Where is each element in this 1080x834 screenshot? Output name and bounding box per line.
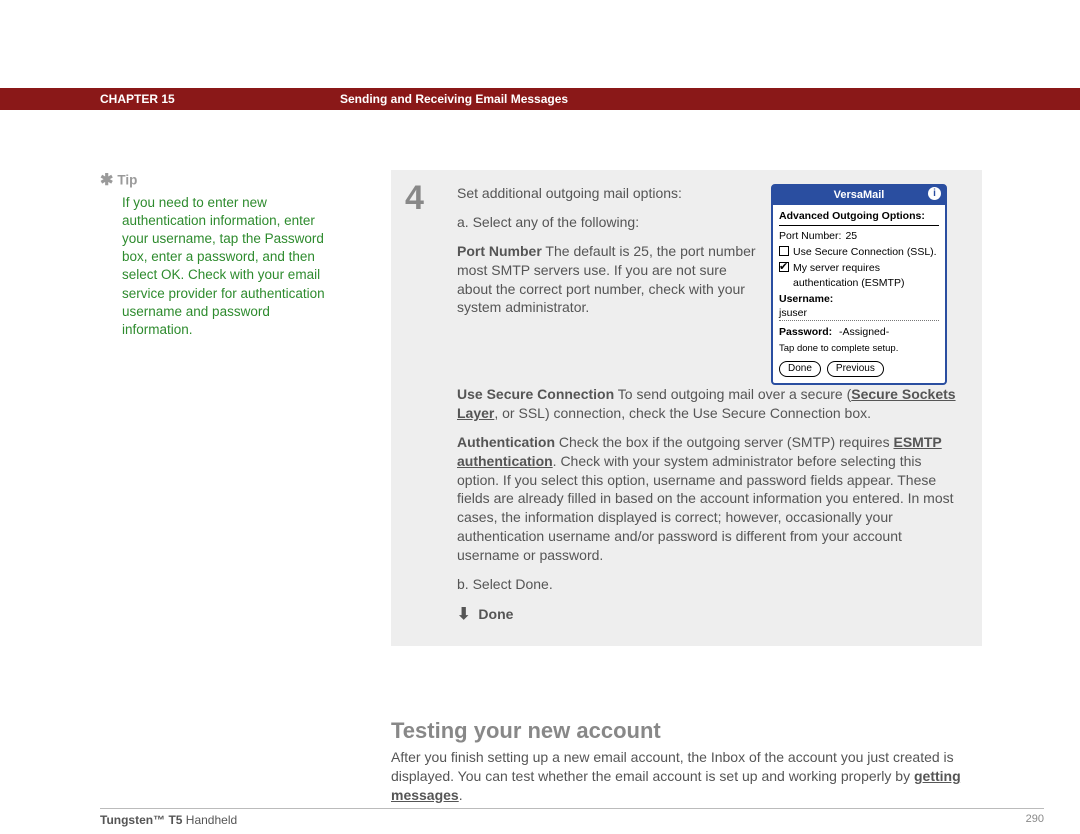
port-row: Port Number: 25 <box>779 229 939 243</box>
chapter-label: CHAPTER 15 <box>100 92 175 106</box>
auth-pre: Check the box if the outgoing server (SM… <box>555 434 893 450</box>
username-row: Username: jsuser <box>779 292 939 321</box>
password-field[interactable]: -Assigned- <box>835 325 893 339</box>
testing-heading: Testing your new account <box>391 718 661 744</box>
testing-paragraph: After you finish setting up a new email … <box>391 748 982 805</box>
step-box: 4 Set additional outgoing mail options: … <box>391 170 982 646</box>
done-button[interactable]: Done <box>779 361 821 377</box>
port-value: 25 <box>845 229 857 243</box>
ssl-row[interactable]: Use Secure Connection (SSL). <box>779 245 939 259</box>
auth-post: . Check with your system administrator b… <box>457 453 954 563</box>
tip-label: Tip <box>117 172 137 187</box>
username-field[interactable]: jsuser <box>779 306 939 321</box>
esmtp-label-2: authentication (ESMTP) <box>793 277 904 289</box>
device-titlebar: VersaMail i <box>773 186 945 205</box>
step-intro: Set additional outgoing mail options: <box>457 184 757 203</box>
page-footer: Tungsten™ T5 Handheld 290 <box>100 808 1044 827</box>
testing-post: . <box>459 787 463 803</box>
done-label: Done <box>478 605 513 624</box>
step-number: 4 <box>405 176 424 222</box>
footer-product: Tungsten™ T5 Handheld <box>100 813 237 827</box>
step-usc: Use Secure Connection To send outgoing m… <box>457 385 964 423</box>
usc-pre: To send outgoing mail over a secure ( <box>614 386 851 402</box>
usc-post: , or SSL) connection, check the Use Secu… <box>494 405 871 421</box>
usc-lead: Use Secure Connection <box>457 386 614 402</box>
checkbox-icon[interactable] <box>779 246 789 256</box>
esmtp-label-1: My server requires <box>793 262 880 274</box>
step-a: a. Select any of the following: <box>457 213 757 232</box>
port-label: Port Number: <box>779 229 841 243</box>
step-b: b. Select Done. <box>457 575 964 594</box>
auth-lead: Authentication <box>457 434 555 450</box>
asterisk-icon: ✱ <box>100 172 113 189</box>
password-row: Password: -Assigned- <box>779 325 939 339</box>
step-portnumber: Port Number The default is 25, the port … <box>457 242 757 318</box>
previous-button[interactable]: Previous <box>827 361 884 377</box>
ssl-label: Use Secure Connection (SSL). <box>793 245 937 259</box>
testing-pre: After you finish setting up a new email … <box>391 749 954 784</box>
password-label: Password: <box>779 326 832 338</box>
device-heading: Advanced Outgoing Options: <box>779 209 939 226</box>
port-number-lead: Port Number <box>457 243 542 259</box>
device-hint: Tap done to complete setup. <box>779 343 939 356</box>
username-label: Username: <box>779 293 833 305</box>
checkbox-checked-icon[interactable] <box>779 262 789 272</box>
tip-sidebar: ✱ Tip If you need to enter new authentica… <box>100 170 332 339</box>
tip-heading: ✱ Tip <box>100 170 332 192</box>
info-icon[interactable]: i <box>928 187 941 200</box>
page-number: 290 <box>1026 813 1044 827</box>
chapter-title: Sending and Receiving Email Messages <box>340 92 568 106</box>
footer-product-bold: Tungsten™ T5 <box>100 813 182 827</box>
esmtp-row[interactable]: My server requires authentication (ESMTP… <box>779 261 939 289</box>
device-screenshot: VersaMail i Advanced Outgoing Options: P… <box>771 184 947 385</box>
footer-product-rest: Handheld <box>182 813 237 827</box>
done-row: ⬇ Done <box>457 604 964 626</box>
chapter-header: CHAPTER 15 Sending and Receiving Email M… <box>0 88 1080 110</box>
tip-body: If you need to enter new authentication … <box>122 194 332 340</box>
device-title: VersaMail <box>834 189 885 201</box>
down-arrow-icon: ⬇ <box>457 604 470 626</box>
step-auth: Authentication Check the box if the outg… <box>457 433 964 565</box>
